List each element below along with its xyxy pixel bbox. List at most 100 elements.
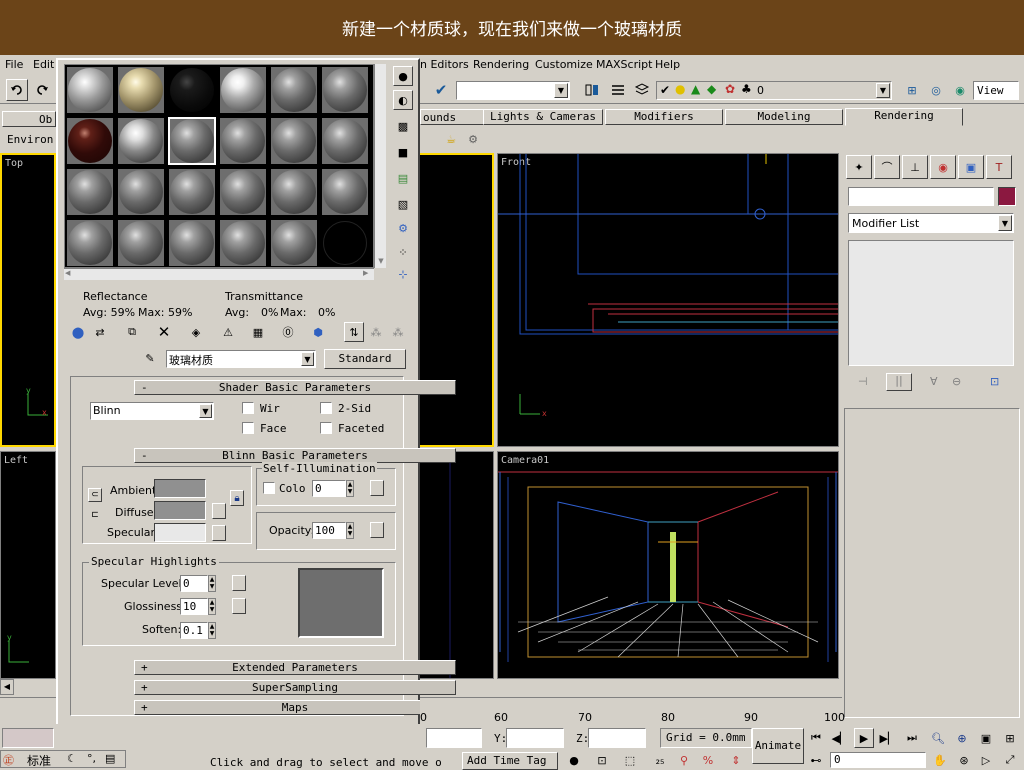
sample-slot[interactable]: [117, 66, 165, 114]
self-illum-value-field[interactable]: 0: [312, 480, 346, 497]
menu-maxscript[interactable]: MAXScript: [596, 58, 652, 71]
punct-icon[interactable]: °,: [87, 752, 96, 765]
diffuse-color-swatch[interactable]: [154, 501, 206, 520]
viewport-camera[interactable]: Camera01: [497, 451, 839, 679]
sample-slot[interactable]: [66, 219, 114, 267]
tab-modeling[interactable]: Modeling: [725, 109, 843, 125]
opacity-spinner[interactable]: ▲ ▼: [346, 522, 354, 539]
snap-icon[interactable]: ₂₅: [652, 752, 668, 768]
extended-parameters-rollout[interactable]: + Extended Parameters: [134, 660, 456, 675]
shader-type-dropdown[interactable]: Blinn ▼: [90, 402, 214, 420]
align-icon[interactable]: [608, 80, 628, 100]
opacity-map-button[interactable]: [370, 522, 384, 538]
menu-edit[interactable]: Edit: [33, 58, 54, 71]
zoom-icon[interactable]: 🔍︎: [930, 730, 946, 746]
opacity-field[interactable]: 100: [312, 522, 346, 539]
sample-slot[interactable]: [270, 219, 318, 267]
selection-lock-icon[interactable]: ●: [566, 752, 582, 768]
sample-slot[interactable]: [321, 219, 369, 267]
hierarchy-tab-icon[interactable]: ⊥: [902, 155, 928, 179]
render-teapot-icon[interactable]: ☕: [442, 130, 460, 148]
environment-label[interactable]: Environ: [7, 133, 53, 146]
sample-slot-hscrollbar[interactable]: ◀ ▶: [64, 268, 374, 280]
backlight-icon[interactable]: ◐: [393, 90, 413, 110]
sample-slot[interactable]: [117, 168, 165, 216]
viewport-left[interactable]: Left y: [0, 451, 56, 679]
put-to-scene-icon[interactable]: ⇄: [92, 324, 108, 340]
reset-map-icon[interactable]: ✕: [156, 323, 172, 341]
key-filter-icon[interactable]: ⊷: [808, 752, 824, 768]
zoom-extents-icon[interactable]: ▣: [978, 730, 994, 746]
scroll-left-icon[interactable]: ◀: [65, 269, 75, 279]
self-illum-color-checkbox[interactable]: [263, 482, 275, 494]
timeline-ruler[interactable]: [420, 697, 842, 723]
material-type-button[interactable]: Standard: [324, 349, 406, 369]
maximize-viewport-icon[interactable]: ⤢: [1002, 752, 1018, 768]
sample-slot[interactable]: [321, 117, 369, 165]
sample-slot[interactable]: [117, 117, 165, 165]
sample-uv-icon[interactable]: ■: [393, 142, 413, 162]
menu-help[interactable]: Help: [655, 58, 680, 71]
sample-type-sphere-icon[interactable]: ●: [393, 66, 413, 86]
get-material-icon[interactable]: ⬤: [70, 324, 86, 340]
ime-icon[interactable]: ㊣: [3, 752, 14, 768]
supersampling-rollout[interactable]: + SuperSampling: [134, 680, 456, 695]
modify-tab-icon[interactable]: ⌒: [874, 155, 900, 179]
frame-number-field[interactable]: 0: [830, 752, 926, 768]
previous-frame-icon[interactable]: ◀▏: [832, 730, 849, 746]
pan-icon[interactable]: ✋: [932, 752, 948, 768]
play-icon[interactable]: ▶: [854, 728, 874, 748]
mirror-icon[interactable]: [582, 80, 602, 100]
zoom-all-icon[interactable]: ⊕: [954, 730, 970, 746]
soften-field[interactable]: 0.1: [180, 622, 208, 639]
material-name-field[interactable]: 玻璃材质 ▼: [166, 350, 316, 368]
menu-material-editors[interactable]: n Editors: [420, 58, 469, 71]
add-time-tag-button[interactable]: Add Time Tag: [462, 752, 558, 770]
configure-sets-icon[interactable]: ⊡: [990, 375, 999, 388]
background-checker-icon[interactable]: ▩: [393, 116, 413, 136]
zoom-extents-all-icon[interactable]: ⊞: [1002, 730, 1018, 746]
pin-stack-icon[interactable]: ⊣: [858, 375, 868, 388]
diffuse-map-button[interactable]: [212, 503, 226, 519]
z-coordinate-field[interactable]: [588, 728, 646, 748]
viewport-left-right-sliver[interactable]: [420, 451, 494, 679]
create-tab-icon[interactable]: ✦: [846, 155, 872, 179]
menu-rendering[interactable]: Rendering: [473, 58, 529, 71]
lock-diffuse-icon[interactable]: ⊏: [88, 508, 102, 522]
angle-snap-icon[interactable]: ⚲: [676, 752, 692, 768]
lock-icon[interactable]: 🔒︎: [230, 490, 244, 506]
percent-snap-icon[interactable]: %: [700, 752, 716, 768]
left-scroll-arrow[interactable]: ◀: [0, 679, 14, 695]
field-of-view-icon[interactable]: ▷: [978, 752, 994, 768]
wire-checkbox[interactable]: [242, 402, 254, 414]
go-forward-sibling-icon[interactable]: ⁂: [390, 324, 406, 340]
maps-rollout[interactable]: + Maps: [134, 700, 456, 715]
object-color-swatch[interactable]: [998, 187, 1016, 206]
sample-slot[interactable]: [219, 219, 267, 267]
make-preview-icon[interactable]: ▧: [393, 194, 413, 214]
show-map-in-viewport-icon[interactable]: ⬢: [310, 324, 326, 340]
modifier-list-dropdown[interactable]: Modifier List ▼: [848, 213, 1014, 233]
render-settings-icon[interactable]: ⚙: [464, 130, 482, 148]
assign-to-selection-icon[interactable]: ⧉: [124, 324, 140, 340]
render-scene-icon[interactable]: ◉: [950, 80, 970, 100]
sample-slot-vscrollbar[interactable]: ▼: [374, 64, 386, 268]
modifier-stack[interactable]: [848, 240, 1014, 366]
go-to-end-icon[interactable]: ⏭: [904, 730, 920, 746]
arc-rotate-icon[interactable]: ⊛: [956, 752, 972, 768]
sample-slot[interactable]: [66, 117, 114, 165]
ambient-color-swatch[interactable]: [154, 479, 206, 498]
scroll-right-icon[interactable]: ▶: [363, 269, 373, 279]
glossiness-field[interactable]: 10: [180, 598, 208, 615]
keyboard-icon[interactable]: ▤: [105, 752, 115, 765]
sample-slot[interactable]: [219, 66, 267, 114]
specular-map-button[interactable]: [212, 525, 226, 541]
view-dropdown[interactable]: View: [973, 81, 1019, 100]
select-check-icon[interactable]: ✔: [430, 80, 452, 100]
lock-ambient-button[interactable]: ⊂: [88, 488, 102, 502]
sample-slot[interactable]: [219, 117, 267, 165]
show-end-result-icon[interactable]: ⇅: [344, 322, 364, 342]
self-illum-spinner[interactable]: ▲ ▼: [346, 480, 354, 497]
glossiness-spinner[interactable]: ▲ ▼: [208, 598, 216, 615]
motion-tab-icon[interactable]: ◉: [930, 155, 956, 179]
